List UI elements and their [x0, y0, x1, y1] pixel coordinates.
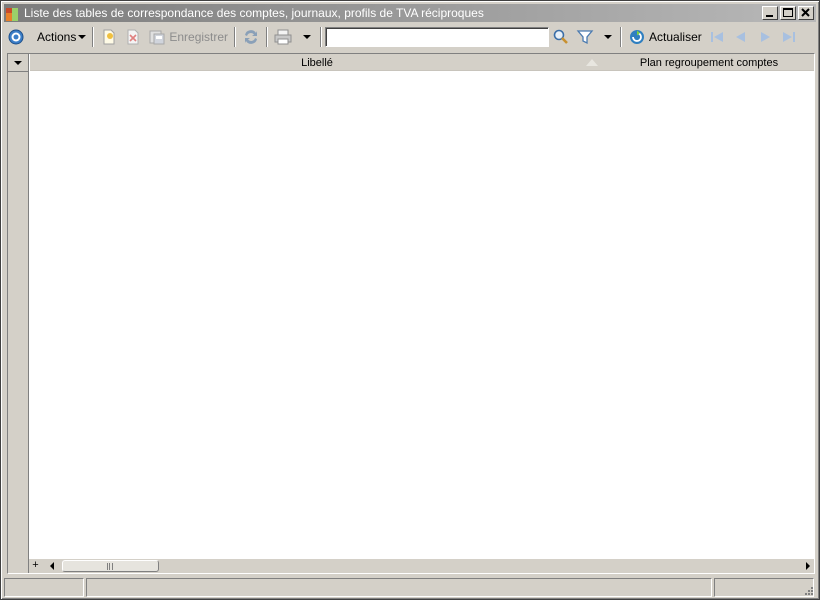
save-button[interactable]: Enregistrer	[145, 26, 231, 48]
arrow-right-icon	[805, 562, 810, 570]
first-record-button[interactable]	[705, 26, 729, 48]
actions-label: Actions	[37, 30, 77, 44]
scrollbar-thumb[interactable]	[62, 560, 159, 572]
actions-menu-button[interactable]: Actions	[34, 26, 89, 48]
column-header-plan-regroupement[interactable]: Plan regroupement comptes	[604, 54, 814, 72]
sort-ascending-icon	[586, 59, 598, 66]
refresh-button[interactable]: Actualiser	[625, 26, 705, 48]
first-record-icon	[710, 32, 723, 42]
print-button[interactable]	[271, 26, 295, 48]
window-title: Liste des tables de correspondance des c…	[24, 6, 484, 20]
scroll-right-button[interactable]	[801, 559, 814, 573]
window-controls	[762, 6, 814, 20]
chevron-down-icon	[78, 35, 87, 39]
filter-button[interactable]	[573, 26, 597, 48]
main-window: Liste des tables de correspondance des c…	[0, 0, 820, 600]
status-cell	[714, 578, 814, 597]
next-record-button[interactable]	[753, 26, 777, 48]
minimize-icon	[766, 15, 773, 17]
status-cell	[86, 578, 712, 597]
toolbar: Actions Enregistrer Actualiser	[4, 25, 816, 49]
toolbar-separator	[266, 27, 269, 47]
close-icon	[801, 8, 810, 17]
refresh-label: Actualiser	[649, 30, 702, 44]
grip-icon	[107, 563, 113, 570]
add-row-button[interactable]: +	[29, 559, 42, 573]
close-button[interactable]	[798, 6, 814, 20]
column-chooser-button[interactable]	[8, 54, 29, 72]
status-bar	[4, 578, 816, 598]
scroll-left-button[interactable]	[45, 559, 58, 573]
toolbar-separator	[320, 27, 323, 47]
column-header-label: Plan regroupement comptes	[639, 56, 779, 69]
filter-icon	[576, 30, 594, 45]
last-record-icon	[782, 32, 795, 42]
target-icon	[8, 29, 24, 45]
new-button[interactable]	[97, 26, 121, 48]
app-icon	[4, 4, 22, 22]
save-label: Enregistrer	[169, 30, 229, 44]
minimize-button[interactable]	[762, 6, 778, 20]
horizontal-scrollbar[interactable]: +	[29, 559, 814, 573]
delete-button[interactable]	[121, 26, 145, 48]
sync-button[interactable]	[239, 26, 263, 48]
sync-icon	[245, 30, 258, 44]
search-icon	[553, 29, 568, 44]
filter-options-dropdown[interactable]	[597, 26, 617, 48]
previous-record-button[interactable]	[729, 26, 753, 48]
chevron-down-icon	[604, 35, 613, 39]
maximize-button[interactable]	[780, 6, 796, 20]
refresh-icon	[630, 30, 645, 44]
previous-icon	[735, 32, 745, 42]
title-bar[interactable]: Liste des tables de correspondance des c…	[4, 4, 816, 22]
next-icon	[760, 32, 770, 42]
toolbar-separator	[234, 27, 237, 47]
search-button[interactable]	[549, 26, 573, 48]
chevron-down-icon	[14, 61, 22, 65]
print-options-dropdown[interactable]	[295, 26, 317, 48]
toolbar-separator	[92, 27, 95, 47]
toolbar-separator	[620, 27, 623, 47]
column-header-label: Libellé	[301, 56, 333, 69]
printer-icon	[274, 29, 292, 45]
save-icon	[149, 30, 165, 45]
row-header-column	[8, 54, 29, 573]
column-header-libelle[interactable]: Libellé	[30, 54, 604, 72]
maximize-icon	[783, 8, 793, 17]
arrow-left-icon	[49, 562, 54, 570]
navigation-menu-button[interactable]	[4, 26, 28, 48]
search-input[interactable]	[325, 27, 550, 47]
last-record-button[interactable]	[777, 26, 801, 48]
chevron-down-icon	[303, 35, 312, 39]
resize-grip-icon[interactable]	[802, 584, 814, 596]
records-grid[interactable]: Libellé Plan regroupement comptes +	[7, 53, 815, 574]
delete-icon	[127, 29, 139, 45]
status-cell	[4, 578, 84, 597]
new-document-icon	[103, 29, 115, 45]
